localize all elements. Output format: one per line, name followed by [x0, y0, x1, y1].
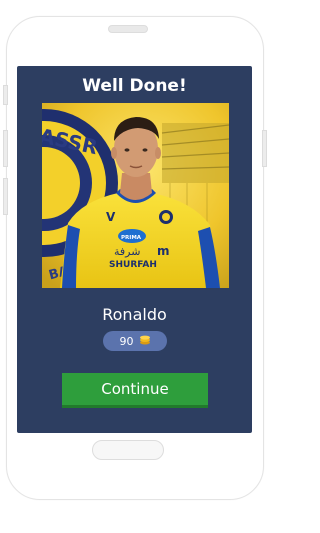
kit-letter: V [106, 210, 116, 224]
player-name: Ronaldo [102, 305, 167, 324]
phone-power-button [262, 130, 267, 167]
phone-home-button [92, 440, 164, 460]
phone-speaker [108, 25, 148, 33]
player-photo: ASSR BALL V PR [42, 103, 229, 288]
phone-side-button-left [3, 85, 8, 105]
dialog-title: Well Done! [82, 76, 187, 96]
phone-volume-down [3, 178, 8, 215]
svg-text:m: m [157, 244, 170, 258]
coin-reward-badge: 90 [103, 331, 167, 351]
phone-volume-up [3, 130, 8, 167]
coin-stack-icon [139, 335, 151, 348]
level-complete-dialog: Well Done! ASSR V PRIMA شرفة m SHURFAH R… [17, 66, 252, 433]
sponsor-text: SHURFAH [109, 260, 157, 270]
continue-button[interactable]: Continue [62, 373, 208, 408]
sponsor-badge-text: PRIMA [121, 235, 142, 241]
sponsor-arabic: شرفة [114, 245, 140, 258]
coin-count: 90 [119, 334, 134, 348]
player-photo-illustration: ASSR BALL V PR [42, 103, 229, 288]
